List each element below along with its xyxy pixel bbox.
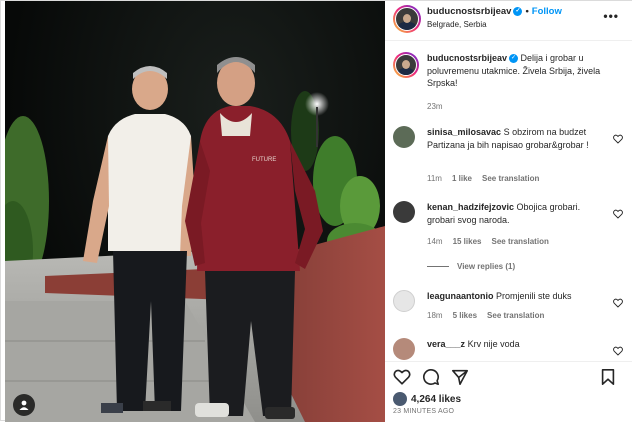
likes-row[interactable]: 4,264 likes	[393, 392, 461, 406]
comment-avatar[interactable]	[393, 290, 415, 312]
comment-username[interactable]: vera___z	[427, 339, 465, 349]
post-side-panel: buducnostsrbijeav ✓ • Follow Belgrade, Serb…	[385, 1, 632, 422]
see-translation-link[interactable]: See translation	[487, 311, 544, 320]
caption-time: 23m	[427, 102, 443, 111]
verified-badge-icon: ✓	[509, 54, 519, 64]
action-bar: 4,264 likes 23 MINUTES AGO	[385, 361, 632, 422]
caption-text-block: buducnostsrbijeav ✓ Delija i grobar u pol…	[427, 52, 607, 90]
comment-likes[interactable]: 1 like	[452, 174, 472, 183]
see-translation-link[interactable]: See translation	[482, 174, 539, 183]
comment-text-block: sinisa_milosavac S obzirom na budzet Par…	[427, 126, 607, 151]
comment-meta: 11m 1 like See translation	[427, 174, 549, 183]
replies-line	[427, 266, 449, 268]
comment-item: leagunaantonio Promjenili ste duks 18m 5 …	[393, 290, 625, 330]
likes-count[interactable]: 4,264 likes	[411, 394, 461, 405]
photo-scene: FUTURE	[5, 57, 385, 422]
view-replies-label: View replies (1)	[457, 262, 516, 271]
liker-avatar	[393, 392, 407, 406]
heart-icon[interactable]	[613, 209, 623, 219]
user-tag-icon[interactable]	[13, 394, 35, 416]
post-location[interactable]: Belgrade, Serbia	[427, 20, 487, 29]
heart-icon[interactable]	[393, 368, 411, 386]
comment-item: sinisa_milosavac S obzirom na budzet Par…	[393, 126, 625, 186]
heart-icon[interactable]	[613, 134, 623, 144]
comment-item: kenan_hadzifejzovic Obojica grobari. gro…	[393, 201, 625, 271]
comment-text: Promjenili ste duks	[496, 291, 572, 301]
see-translation-link[interactable]: See translation	[491, 237, 548, 246]
comment-username[interactable]: sinisa_milosavac	[427, 127, 501, 137]
comment-meta: 14m 15 likes See translation	[427, 237, 559, 246]
comment-avatar[interactable]	[393, 201, 415, 223]
comment-likes[interactable]: 5 likes	[453, 311, 477, 320]
comment-username[interactable]: kenan_hadzifejzovic	[427, 202, 514, 212]
comment-icon[interactable]	[422, 368, 440, 386]
post-timestamp: 23 MINUTES AGO	[393, 408, 455, 415]
caption-username[interactable]: buducnostsrbijeav	[427, 53, 507, 63]
post-dialog: FUTURE buducnostsrbijeav ✓ • Follow Belgrad…	[0, 0, 632, 422]
comment-avatar[interactable]	[393, 338, 415, 360]
caption-item: buducnostsrbijeav ✓ Delija i grobar u pol…	[393, 52, 625, 112]
comment-text-block: vera___z Krv nije voda	[427, 338, 607, 351]
comment-meta: 18m 5 likes See translation	[427, 311, 554, 320]
follow-button[interactable]: Follow	[532, 6, 562, 17]
comment-username[interactable]: leagunaantonio	[427, 291, 494, 301]
author-avatar[interactable]	[393, 5, 421, 33]
comment-avatar[interactable]	[393, 126, 415, 148]
more-options-icon[interactable]: •••	[603, 9, 619, 23]
comment-text-block: kenan_hadzifejzovic Obojica grobari. gro…	[427, 201, 607, 226]
bookmark-icon[interactable]	[599, 368, 617, 386]
comment-time: 18m	[427, 311, 443, 320]
caption-avatar[interactable]	[393, 52, 419, 78]
post-header: buducnostsrbijeav ✓ • Follow Belgrade, Serb…	[385, 1, 632, 41]
comment-time: 14m	[427, 237, 443, 246]
send-icon[interactable]	[451, 368, 469, 386]
heart-icon[interactable]	[613, 298, 623, 308]
author-username[interactable]: buducnostsrbijeav	[427, 6, 511, 17]
post-photo[interactable]: FUTURE	[5, 1, 385, 422]
shirt-print: FUTURE	[252, 157, 276, 163]
verified-badge-icon: ✓	[513, 6, 523, 16]
view-replies-button[interactable]: View replies (1)	[427, 262, 515, 271]
separator-dot: •	[525, 6, 529, 17]
comment-text-block: leagunaantonio Promjenili ste duks	[427, 290, 607, 303]
comment-time: 11m	[427, 174, 442, 183]
author-line: buducnostsrbijeav ✓ • Follow	[427, 6, 562, 17]
comment-item: vera___z Krv nije voda	[393, 338, 625, 361]
comment-likes[interactable]: 15 likes	[453, 237, 482, 246]
heart-icon[interactable]	[613, 346, 623, 356]
caption-meta: 23m	[427, 102, 453, 111]
comment-text: Krv nije voda	[467, 339, 520, 349]
comments-list[interactable]: buducnostsrbijeav ✓ Delija i grobar u pol…	[385, 46, 632, 361]
